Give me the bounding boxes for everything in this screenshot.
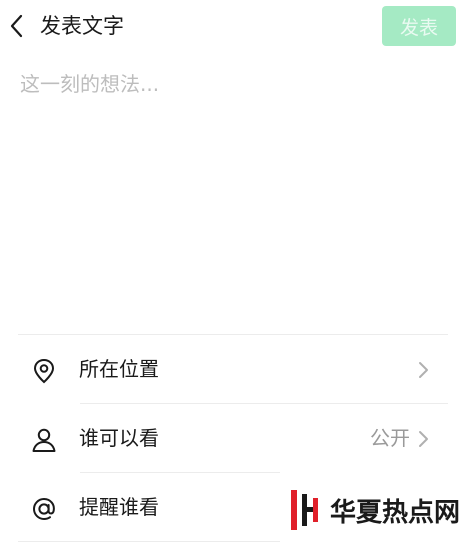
- visibility-label: 谁可以看: [79, 426, 159, 450]
- watermark-logo-icon: [291, 490, 318, 530]
- chevron-right-icon: [419, 431, 428, 447]
- person-icon: [32, 428, 56, 452]
- chevron-right-icon: [419, 362, 428, 378]
- post-button[interactable]: 发表: [382, 6, 456, 46]
- location-row[interactable]: 所在位置: [18, 335, 448, 403]
- watermark: 华夏热点网: [288, 488, 460, 532]
- page-title: 发表文字: [40, 14, 124, 38]
- visibility-value: 公开: [370, 426, 410, 450]
- at-sign-icon: [32, 497, 55, 521]
- chevron-left-icon: [10, 14, 23, 38]
- divider: [18, 541, 280, 542]
- back-button[interactable]: [4, 10, 28, 42]
- watermark-text: 华夏热点网: [330, 497, 461, 528]
- location-label: 所在位置: [79, 357, 159, 381]
- top-bar: 发表文字 发表: [0, 0, 474, 52]
- mention-label: 提醒谁看: [79, 495, 159, 519]
- location-pin-icon: [33, 358, 55, 384]
- visibility-row[interactable]: 谁可以看 公开: [18, 404, 448, 472]
- post-text-input[interactable]: [20, 66, 450, 316]
